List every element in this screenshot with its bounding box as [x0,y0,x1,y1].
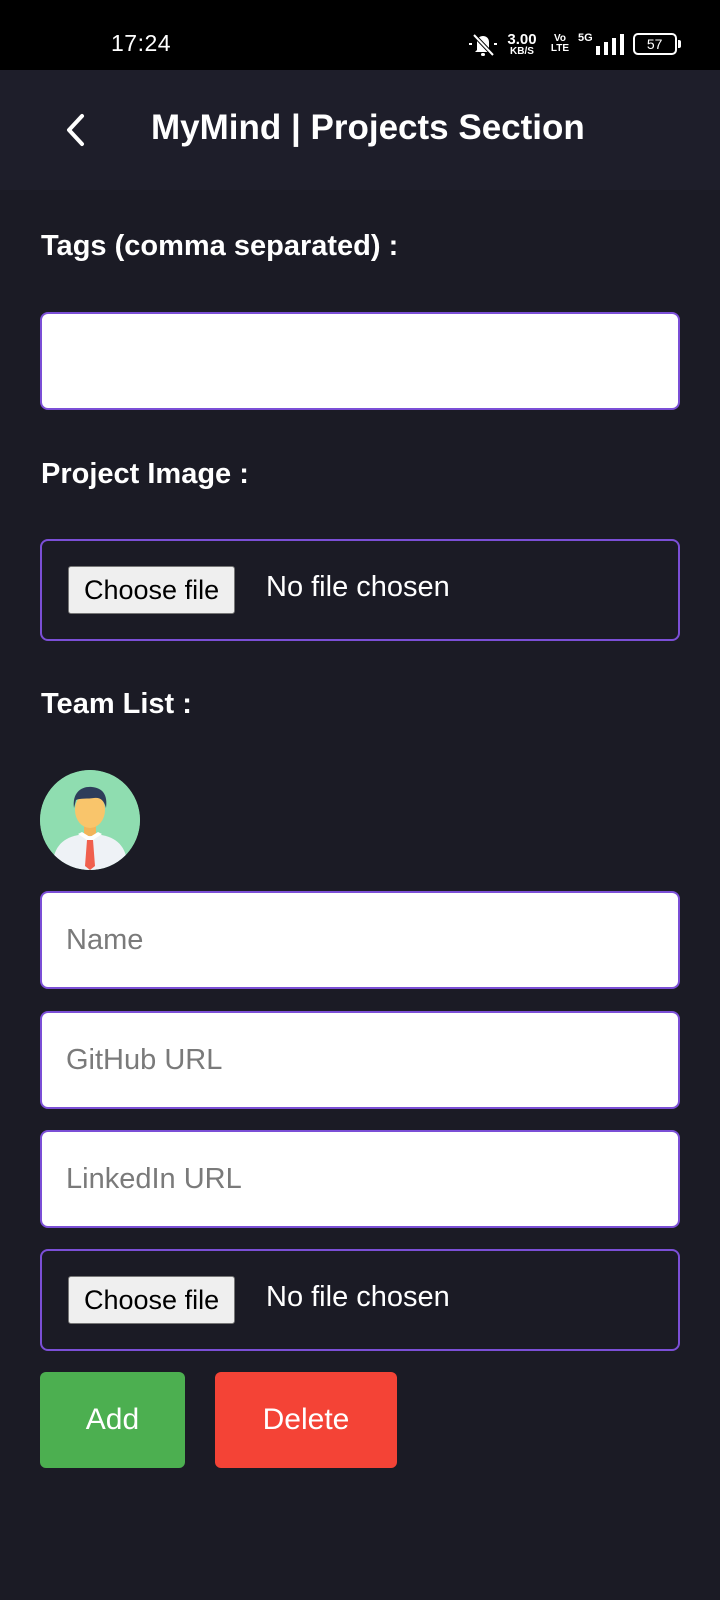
network-speed-unit: KB/S [510,45,534,57]
app-header: MyMind | Projects Section [0,70,720,190]
member-photo-file-input[interactable]: Choose file No file chosen [40,1249,680,1351]
delete-member-button[interactable]: Delete [215,1372,397,1468]
project-image-file-status: No file chosen [266,571,450,603]
network-speed-value: 3.00 [507,30,537,48]
project-image-label: Project Image : [41,458,249,490]
member-name-input[interactable] [40,891,680,989]
project-image-file-input[interactable]: Choose file No file chosen [40,539,680,641]
network-speed: 3.00 KB/S [502,32,542,57]
network-type: 5G [578,32,593,44]
tags-label: Tags (comma separated) : [41,230,399,262]
member-photo-file-status: No file chosen [266,1281,450,1313]
team-list-label: Team List : [41,688,192,720]
battery-level: 57 [632,33,681,55]
tags-input[interactable] [40,312,680,410]
status-bar: 17:24 3.00 KB/S Vo LTE 5G 57 [0,0,720,70]
back-button[interactable] [58,108,98,152]
member-photo-choose-file-button[interactable]: Choose file [68,1276,236,1324]
signal-strength-icon [595,34,624,55]
volte-indicator: Vo LTE [548,34,572,54]
page-title: MyMind | Projects Section [151,108,585,147]
volte-bottom: LTE [550,43,570,54]
add-member-button[interactable]: Add [40,1372,185,1468]
project-image-choose-file-button[interactable]: Choose file [68,566,236,614]
bell-muted-icon [469,33,497,57]
status-time: 17:24 [111,30,172,56]
person-avatar-icon [40,770,140,870]
chevron-left-icon [67,114,84,146]
status-icons: 3.00 KB/S Vo LTE 5G 57 [466,28,681,60]
member-github-url-input[interactable] [40,1011,680,1109]
member-linkedin-url-input[interactable] [40,1130,680,1228]
